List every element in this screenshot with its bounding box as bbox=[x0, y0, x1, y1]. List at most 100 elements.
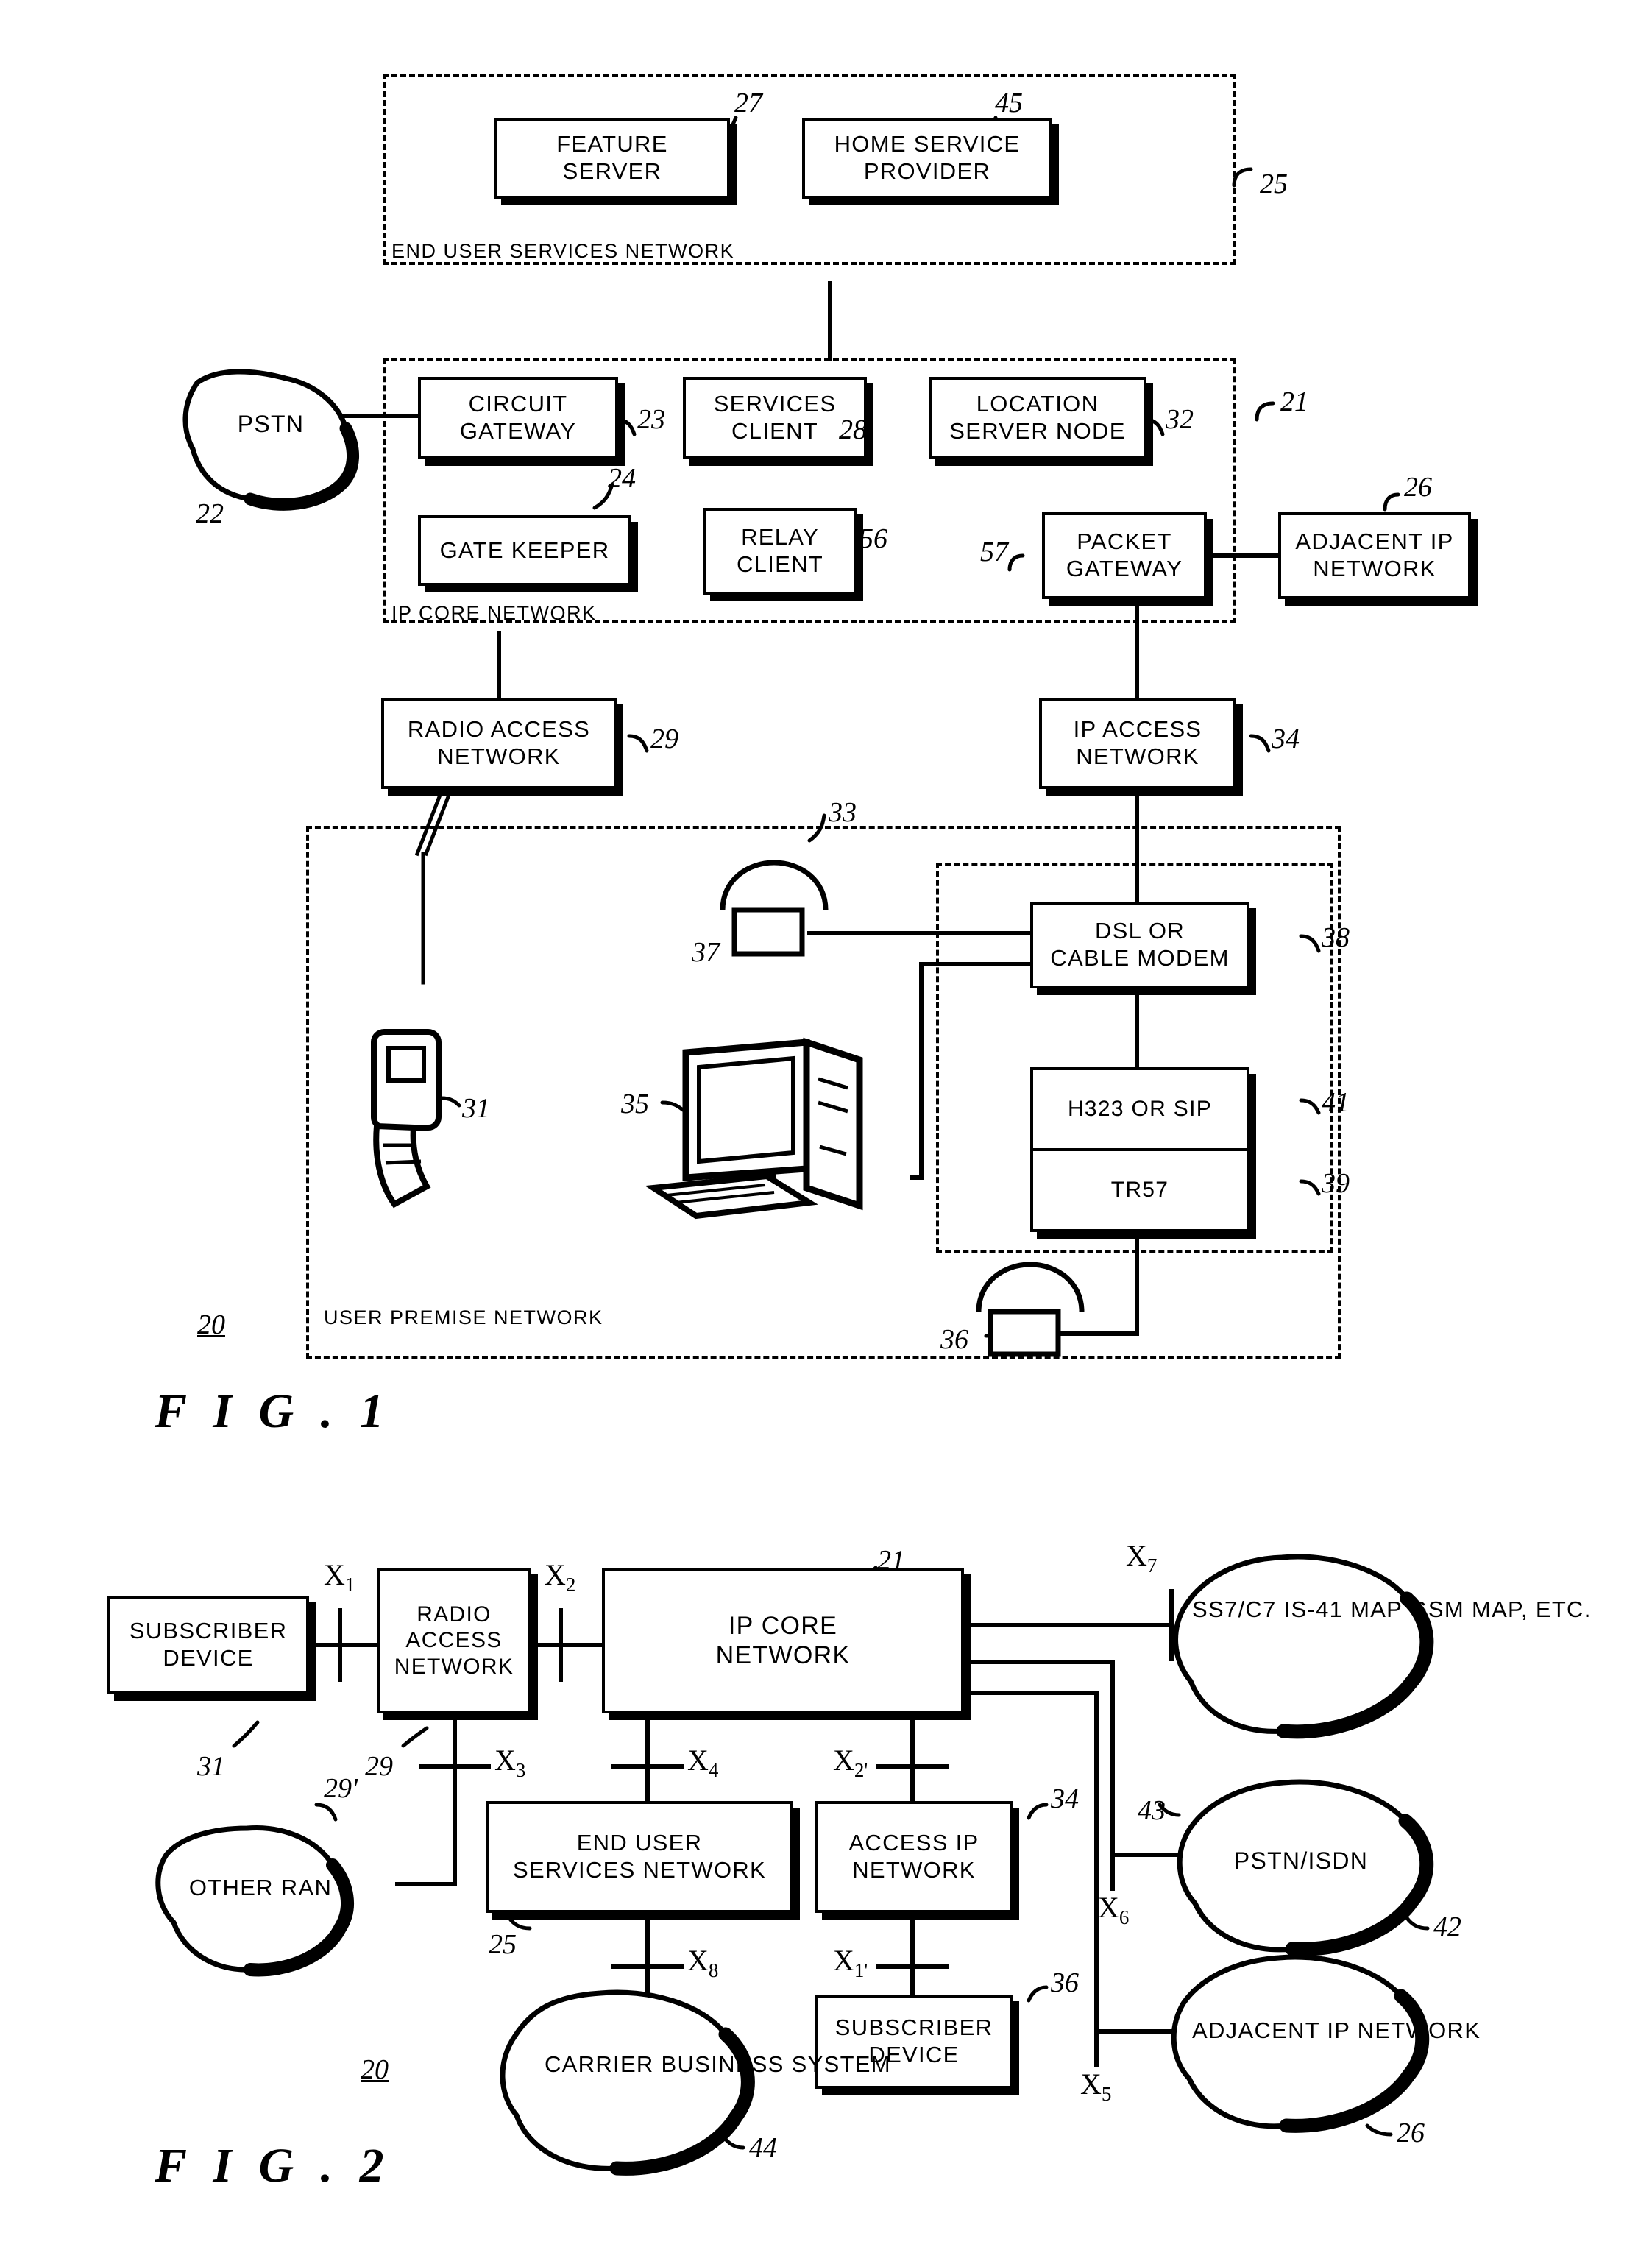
ref-36-fig1: 36 bbox=[940, 1324, 968, 1355]
eusn2-line-1: END USER bbox=[576, 1830, 703, 1856]
home-service-line-2: PROVIDER bbox=[863, 158, 991, 184]
packet-gateway-line-1: PACKET bbox=[1077, 528, 1172, 555]
relay-client-line-1: RELAY bbox=[741, 524, 819, 551]
cell-h323-or-sip[interactable]: H323 OR SIP bbox=[1033, 1070, 1247, 1151]
interface-label-x8: X8 bbox=[687, 1944, 719, 1981]
box-end-user-services-network-fig2[interactable]: END USER SERVICES NETWORK bbox=[486, 1801, 793, 1913]
region-label-end-user-services-network: END USER SERVICES NETWORK bbox=[391, 240, 735, 262]
relay-client-line-2: CLIENT bbox=[736, 551, 824, 577]
cloud-carrier-business bbox=[500, 1989, 755, 2176]
location-server-line-1: LOCATION bbox=[976, 391, 1099, 417]
circuit-gateway-line-1: CIRCUIT bbox=[468, 391, 568, 417]
interface-label-x5: X5 bbox=[1080, 2067, 1112, 2105]
feature-server-line-2: SERVER bbox=[562, 158, 662, 184]
packet-gateway-line-2: GATEWAY bbox=[1066, 556, 1183, 581]
cloud-label-pstn-isdn: PSTN/ISDN bbox=[1233, 1847, 1369, 1874]
ref-57: 57 bbox=[980, 537, 1008, 567]
ref-25-fig1: 25 bbox=[1260, 169, 1288, 199]
adjacent-ip-line-2: NETWORK bbox=[1313, 556, 1436, 581]
adjacent-ip-line-1: ADJACENT IP bbox=[1295, 528, 1454, 555]
cloud-label-other-ran: OTHER RAN bbox=[188, 1875, 333, 1900]
services-client-line-1: SERVICES bbox=[713, 391, 837, 417]
ref-22: 22 bbox=[196, 498, 224, 529]
ref-41: 41 bbox=[1322, 1087, 1350, 1118]
sub-dev-right-line-1: SUBSCRIBER bbox=[834, 2014, 993, 2041]
ref-44: 44 bbox=[749, 2132, 777, 2163]
cloud-label-carrier-business-system: CARRIER BUSINESS SYSTEM bbox=[545, 2051, 891, 2077]
box-ip-core-network-fig2[interactable]: IP CORE NETWORK bbox=[602, 1568, 964, 1713]
sub-dev-left-line-1: SUBSCRIBER bbox=[129, 1618, 288, 1644]
interface-label-x4: X4 bbox=[687, 1744, 719, 1781]
ran2-line-1: RADIO bbox=[416, 1602, 492, 1627]
eusn2-line-2: SERVICES NETWORK bbox=[512, 1857, 767, 1883]
ref-36-fig2: 36 bbox=[1051, 1967, 1079, 1998]
ref-45: 45 bbox=[995, 88, 1023, 118]
ipcore2-line-2: NETWORK bbox=[715, 1641, 851, 1669]
box-packet-gateway[interactable]: PACKET GATEWAY bbox=[1042, 512, 1207, 599]
h323-label: H323 OR SIP bbox=[1067, 1097, 1213, 1121]
box-feature-server[interactable]: FEATURE SERVER bbox=[494, 118, 730, 199]
region-label-user-premise-network: USER PREMISE NETWORK bbox=[324, 1306, 603, 1329]
cloud-label-pstn: PSTN bbox=[237, 411, 305, 437]
ref-29-prime: 29' bbox=[324, 1773, 358, 1804]
ref-23: 23 bbox=[637, 404, 665, 435]
patent-drawing-sheet: END USER SERVICES NETWORK 25 FEATURE SER… bbox=[0, 0, 1652, 2250]
ref-56: 56 bbox=[859, 523, 887, 554]
radio-access-line-2: NETWORK bbox=[437, 743, 561, 769]
ref-42: 42 bbox=[1433, 1911, 1461, 1942]
sheet-ref-20-fig1: 20 bbox=[197, 1309, 225, 1340]
sub-dev-left-line-2: DEVICE bbox=[163, 1645, 254, 1671]
ref-21-fig1: 21 bbox=[1280, 386, 1308, 417]
cell-tr57[interactable]: TR57 bbox=[1033, 1151, 1247, 1229]
region-label-ip-core-network: IP CORE NETWORK bbox=[391, 602, 597, 624]
ref-26-fig2: 26 bbox=[1397, 2118, 1425, 2148]
interface-label-x1-prime: X1' bbox=[833, 1944, 868, 1981]
box-home-service-provider[interactable]: HOME SERVICE PROVIDER bbox=[802, 118, 1052, 199]
ref-29-fig1: 29 bbox=[650, 724, 678, 754]
ref-29-fig2: 29 bbox=[365, 1751, 393, 1782]
ref-31-fig1: 31 bbox=[462, 1093, 490, 1124]
figure-1-caption: F I G . 1 bbox=[155, 1384, 391, 1438]
circuit-gateway-line-2: GATEWAY bbox=[459, 418, 577, 444]
box-ip-access-network[interactable]: IP ACCESS NETWORK bbox=[1039, 698, 1236, 789]
sheet-ref-20-fig2: 20 bbox=[361, 2054, 389, 2085]
radio-access-line-1: RADIO ACCESS bbox=[407, 716, 591, 743]
ref-27: 27 bbox=[734, 88, 762, 118]
box-protocol-stack[interactable]: H323 OR SIP TR57 bbox=[1030, 1067, 1249, 1232]
ref-33: 33 bbox=[829, 797, 857, 828]
box-dsl-or-cable-modem[interactable]: DSL OR CABLE MODEM bbox=[1030, 902, 1249, 988]
services-client-line-2: CLIENT bbox=[731, 418, 819, 444]
gate-keeper-line-1: GATE KEEPER bbox=[439, 537, 610, 563]
interface-label-x6: X6 bbox=[1098, 1891, 1130, 1928]
location-server-line-2: SERVER NODE bbox=[949, 418, 1126, 444]
figure-2-caption: F I G . 2 bbox=[155, 2139, 391, 2193]
feature-server-line-1: FEATURE bbox=[556, 131, 668, 158]
box-subscriber-device-left[interactable]: SUBSCRIBER DEVICE bbox=[107, 1596, 309, 1694]
interface-label-x2: X2 bbox=[545, 1558, 576, 1596]
ref-32: 32 bbox=[1166, 404, 1194, 435]
box-radio-access-network-fig2[interactable]: RADIO ACCESS NETWORK bbox=[377, 1568, 531, 1713]
cloud-label-adjacent-ip-network-fig2: ADJACENT IP NETWORK bbox=[1192, 2017, 1481, 2043]
box-access-ip-network[interactable]: ACCESS IP NETWORK bbox=[815, 1801, 1013, 1913]
ref-34-fig1: 34 bbox=[1272, 724, 1300, 754]
ip-access-line-1: IP ACCESS bbox=[1073, 716, 1202, 743]
aipn-line-1: ACCESS IP bbox=[848, 1830, 979, 1856]
box-adjacent-ip-network-fig1[interactable]: ADJACENT IP NETWORK bbox=[1278, 512, 1471, 599]
ref-26-fig1: 26 bbox=[1404, 472, 1432, 503]
box-relay-client[interactable]: RELAY CLIENT bbox=[703, 508, 857, 595]
aipn-line-2: NETWORK bbox=[852, 1857, 976, 1883]
dsl-modem-line-2: CABLE MODEM bbox=[1050, 945, 1230, 971]
dsl-modem-line-1: DSL OR bbox=[1094, 918, 1185, 944]
ref-39: 39 bbox=[1322, 1168, 1350, 1199]
ref-34-fig2: 34 bbox=[1051, 1783, 1079, 1814]
box-gate-keeper[interactable]: GATE KEEPER bbox=[418, 515, 631, 586]
ref-24: 24 bbox=[608, 463, 636, 494]
box-circuit-gateway[interactable]: CIRCUIT GATEWAY bbox=[418, 377, 618, 459]
interface-label-x7: X7 bbox=[1126, 1539, 1158, 1577]
cloud-label-ss7-c7: SS7/C7 IS-41 MAP GSM MAP, ETC. bbox=[1192, 1596, 1592, 1622]
box-radio-access-network-fig1[interactable]: RADIO ACCESS NETWORK bbox=[381, 698, 617, 789]
ref-28: 28 bbox=[839, 414, 867, 445]
ran2-line-2: ACCESS bbox=[405, 1628, 503, 1653]
box-location-server-node[interactable]: LOCATION SERVER NODE bbox=[929, 377, 1146, 459]
interface-label-x1: X1 bbox=[324, 1558, 355, 1596]
